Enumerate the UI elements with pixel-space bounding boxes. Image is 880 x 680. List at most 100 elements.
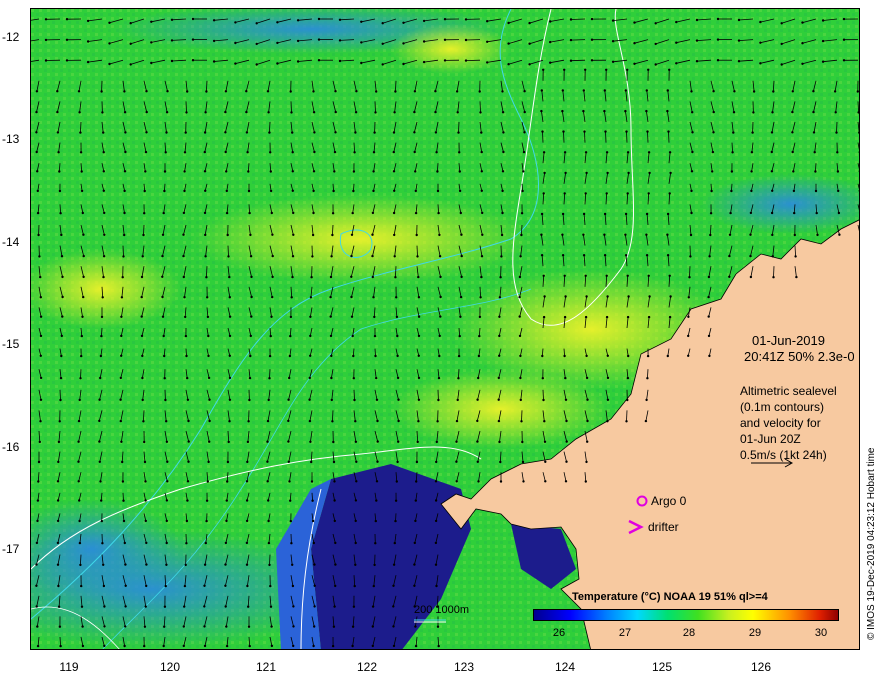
velocity-arrow-head (39, 275, 42, 279)
velocity-arrow-head (371, 211, 375, 215)
velocity-arrow-head (332, 460, 336, 464)
velocity-arrow-head (191, 59, 195, 62)
velocity-arrow-head (565, 460, 568, 463)
velocity-arrow-head (464, 59, 468, 62)
velocity-arrow-head (309, 440, 312, 443)
velocity-arrow-head (80, 584, 83, 588)
velocity-arrow-head (276, 41, 279, 45)
velocity-arrow-head (417, 398, 421, 401)
velocity-arrow-head (35, 584, 38, 587)
velocity-arrow (458, 121, 460, 133)
velocity-arrow-head (58, 420, 61, 423)
velocity-arrow-head (416, 440, 419, 444)
velocity-arrow-head (480, 255, 484, 258)
velocity-arrow-head (162, 334, 165, 338)
velocity-arrow-head (707, 315, 710, 318)
velocity-arrow-head (801, 21, 804, 24)
velocity-arrow-head (565, 440, 568, 443)
velocity-arrow-head (98, 460, 102, 463)
velocity-arrow-head (436, 625, 440, 628)
velocity-arrow-head (312, 111, 316, 114)
velocity-arrow-head (165, 541, 168, 545)
velocity-arrow-head (563, 192, 566, 195)
velocity-arrow-head (330, 255, 333, 258)
velocity-arrow-head (417, 420, 420, 423)
velocity-arrow-head (204, 111, 207, 114)
velocity-arrow-head (582, 212, 586, 216)
velocity-arrow-head (590, 38, 594, 41)
velocity-arrow-head (61, 315, 64, 318)
velocity-arrow-head (162, 644, 165, 648)
velocity-arrow-head (291, 151, 294, 154)
velocity-arrow-head (457, 377, 460, 380)
velocity-arrow (570, 59, 586, 62)
velocity-arrow-head (269, 334, 272, 338)
velocity-arrow-head (311, 499, 314, 502)
velocity-arrow-head (234, 41, 237, 45)
velocity-arrow-head (626, 376, 630, 380)
velocity-arrow-head (247, 170, 250, 173)
velocity-arrow-head (780, 22, 783, 25)
bathymetry-legend: 200 1000m (414, 604, 470, 616)
velocity-arrow (416, 245, 418, 257)
velocity-arrow-head (544, 460, 547, 463)
velocity-arrow-head (124, 584, 127, 587)
velocity-arrow-head (98, 440, 101, 443)
velocity-arrow-head (39, 334, 43, 338)
velocity-arrow-head (540, 212, 544, 216)
velocity-arrow-head (36, 625, 39, 628)
velocity-arrow-head (206, 296, 209, 299)
velocity-arrow-head (821, 39, 825, 43)
velocity-arrow-head (245, 131, 249, 134)
velocity-arrow-head (292, 644, 295, 648)
velocity-arrow-head (519, 398, 522, 402)
lon-label: 122 (356, 660, 378, 674)
velocity-arrow-head (182, 211, 186, 215)
velocity-arrow-head (329, 295, 332, 299)
velocity-arrow-head (170, 39, 174, 42)
velocity-arrow-head (266, 419, 270, 423)
velocity-arrow-head (435, 460, 438, 464)
velocity-arrow-head (626, 315, 630, 319)
velocity-arrow-head (122, 255, 125, 258)
colorbar (533, 609, 839, 621)
velocity-arrow-head (392, 131, 396, 134)
velocity-arrow-head (228, 334, 232, 338)
velocity-arrow-head (313, 584, 316, 587)
velocity-arrow-head (102, 584, 106, 588)
velocity-arrow-head (77, 480, 80, 483)
bathymetry-legend-swatch (414, 619, 446, 623)
velocity-arrow-head (456, 111, 459, 114)
velocity-arrow-head (668, 68, 671, 71)
velocity-arrow-head (208, 440, 211, 443)
velocity-arrow-head (437, 376, 441, 380)
velocity-arrow-head (206, 315, 210, 319)
velocity-arrow-head (626, 192, 629, 195)
velocity-arrow-head (479, 111, 482, 114)
velocity-arrow-head (821, 60, 825, 63)
velocity-arrow-head (144, 605, 147, 608)
velocity-arrow-head (458, 334, 461, 338)
velocity-arrow-head (605, 151, 609, 154)
velocity-arrow-head (311, 233, 315, 237)
velocity-arrow-head (414, 499, 417, 502)
velocity-arrow-head (540, 89, 543, 92)
velocity-arrow-head (163, 625, 166, 628)
velocity-arrow-head (464, 18, 468, 21)
velocity-arrow-head (439, 295, 442, 299)
velocity-arrow-head (729, 211, 732, 215)
velocity-arrow-head (728, 275, 731, 278)
velocity-arrow-head (161, 233, 165, 236)
velocity-arrow-head (352, 170, 356, 173)
sst-map[interactable] (30, 8, 860, 650)
velocity-arrow-head (99, 354, 103, 358)
velocity-arrow-head (543, 295, 546, 298)
velocity-arrow-head (373, 315, 376, 319)
velocity-arrow-head (606, 354, 609, 357)
velocity-arrow-head (350, 295, 353, 299)
velocity-arrow-head (290, 111, 293, 114)
velocity-arrow-head (36, 170, 39, 173)
velocity-arrow-head (666, 89, 669, 92)
velocity-arrow-head (266, 460, 269, 463)
velocity-arrow-head (164, 151, 167, 154)
